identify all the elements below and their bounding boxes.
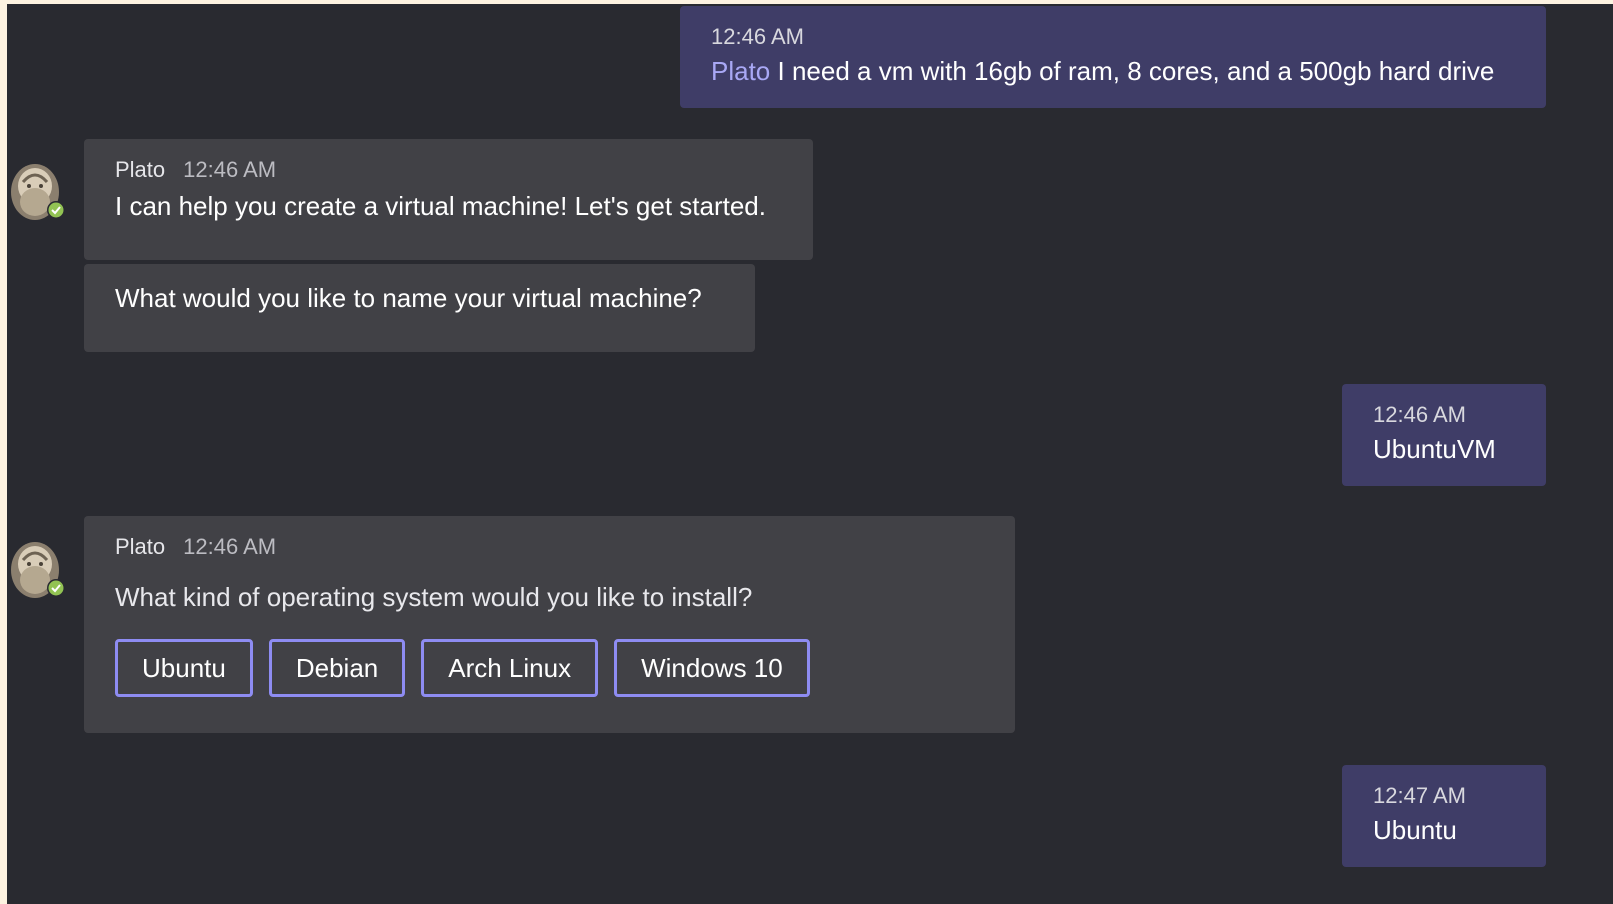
message-text: Ubuntu — [1373, 815, 1457, 845]
my-message: 12:47 AM Ubuntu — [1342, 765, 1546, 867]
choice-ubuntu-button[interactable]: Ubuntu — [115, 639, 253, 697]
chat-pane: 12:46 AM Plato I need a vm with 16gb of … — [7, 4, 1613, 904]
message-timestamp: 12:46 AM — [711, 24, 804, 49]
sender-name: Plato — [115, 534, 166, 559]
message-text: What kind of operating system would you … — [115, 582, 753, 612]
bot-avatar[interactable] — [9, 162, 65, 222]
message-text: I can help you create a virtual machine!… — [115, 191, 766, 221]
plato-bust-avatar-icon — [11, 542, 65, 598]
message-timestamp: 12:47 AM — [1373, 783, 1466, 808]
choice-arch-linux-button[interactable]: Arch Linux — [421, 639, 599, 697]
os-choice-buttons: Ubuntu Debian Arch Linux Windows 10 — [115, 639, 1015, 697]
message-timestamp: 12:46 AM — [1373, 402, 1466, 427]
choice-windows-10-button[interactable]: Windows 10 — [614, 639, 810, 697]
message-timestamp: 12:46 AM — [183, 157, 277, 182]
message-text: What would you like to name your virtual… — [115, 283, 702, 313]
available-check-icon — [48, 202, 64, 218]
message-text: UbuntuVM — [1373, 434, 1496, 464]
bot-message: What would you like to name your virtual… — [84, 264, 755, 352]
message-text: I need a vm with 16gb of ram, 8 cores, a… — [777, 56, 1495, 86]
plato-bust-avatar-icon — [11, 164, 65, 220]
message-timestamp: 12:46 AM — [183, 534, 277, 559]
bot-message: Plato 12:46 AM I can help you create a vi… — [84, 139, 813, 260]
available-check-icon — [48, 580, 64, 596]
sender-name: Plato — [115, 157, 166, 182]
choice-debian-button[interactable]: Debian — [268, 639, 406, 697]
my-message: 12:46 AM Plato I need a vm with 16gb of … — [680, 6, 1546, 108]
bot-message: Plato 12:46 AM What kind of operating sys… — [84, 516, 1015, 733]
my-message: 12:46 AM UbuntuVM — [1342, 384, 1546, 486]
mention-plato[interactable]: Plato — [711, 56, 770, 86]
bot-avatar[interactable] — [9, 540, 65, 600]
